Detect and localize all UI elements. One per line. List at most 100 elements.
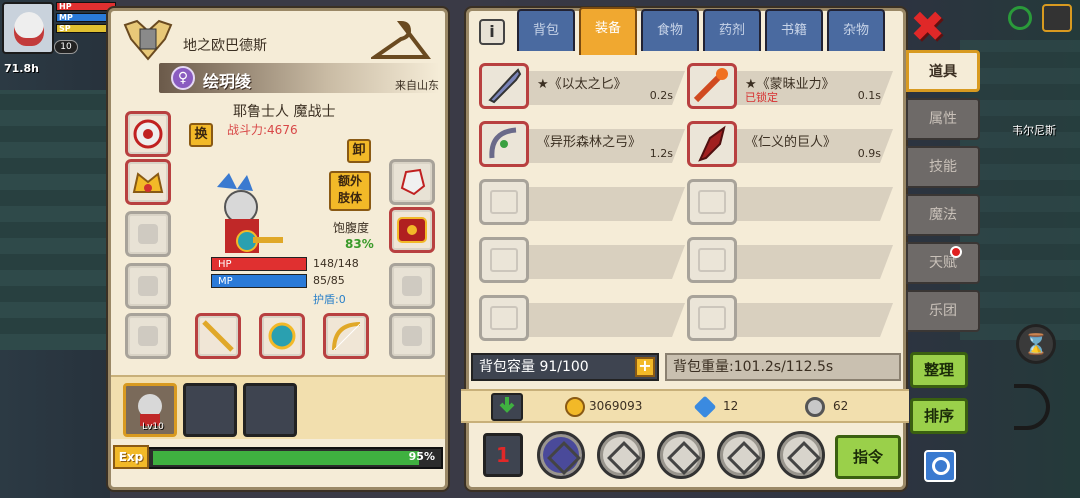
extra-limb-button[interactable]: 额外 肢体: [329, 171, 371, 211]
gold-coin-icon: [565, 397, 585, 417]
tab-5[interactable]: 杂物: [827, 9, 885, 51]
item-bar: [523, 303, 685, 337]
gem-amount: 12: [723, 399, 739, 413]
equip-slot-weapon-bow[interactable]: [323, 313, 369, 359]
bag-capacity: 背包容量 91/100 +: [471, 353, 659, 381]
floor-tiles-left: [0, 90, 110, 350]
inventory-slot-empty[interactable]: [479, 295, 685, 341]
tab-1[interactable]: 装备: [579, 7, 637, 55]
satiety-label: 饱腹度: [333, 221, 370, 235]
shield-value: 护盾:0: [313, 293, 346, 306]
star-filter-icon[interactable]: [657, 431, 705, 479]
sort-numeric-icon[interactable]: 1: [483, 433, 523, 477]
party-member-level: Lv10: [142, 422, 164, 432]
expand-capacity-button[interactable]: +: [635, 357, 655, 377]
minimap-toggle-icon[interactable]: [1042, 4, 1072, 32]
side-tab-5[interactable]: 乐团: [906, 290, 980, 332]
equip-slot-boots[interactable]: [389, 313, 435, 359]
player-hud[interactable]: HP MP SP 10: [0, 0, 118, 60]
gold-amount: 3069093: [589, 399, 643, 413]
equip-slot-accessory[interactable]: [125, 159, 171, 205]
hud-level-badge: 10: [54, 40, 78, 54]
side-tab-0[interactable]: 道具: [906, 50, 980, 92]
tab-0[interactable]: 背包: [517, 9, 575, 51]
party-bar: Lv10: [111, 375, 445, 439]
exp-bar: 95%: [113, 447, 443, 469]
magic-filter-icon[interactable]: [537, 431, 585, 479]
tab-2[interactable]: 食物: [641, 9, 699, 51]
item-weight: 0.2s: [649, 89, 673, 102]
tab-4[interactable]: 书籍: [765, 9, 823, 51]
bag-weight: 背包重量:101.2s/112.5s: [665, 353, 901, 381]
hud-sp-label: SP: [59, 24, 71, 33]
inventory-item[interactable]: ★《蒙昧业力》 已锁定 0.1s: [687, 63, 893, 109]
wardrobe-hanger-icon[interactable]: [371, 19, 431, 63]
equip-slot-legs[interactable]: [389, 263, 435, 309]
item-name: 《异形森林之弓》: [537, 135, 642, 150]
hp-bar: HP: [211, 257, 307, 271]
item-icon: [479, 121, 529, 167]
character-name: 绘玥绫: [203, 72, 252, 91]
equip-slot-gloves[interactable]: [389, 159, 435, 205]
player-avatar[interactable]: [2, 2, 54, 54]
satiety-value: 83%: [345, 237, 374, 251]
hourglass-filter-icon[interactable]: [777, 431, 825, 479]
exp-bar-fill: [153, 451, 419, 465]
empty-slot-box: [479, 237, 529, 283]
inventory-slot-empty[interactable]: [687, 179, 893, 225]
party-slot-empty-2[interactable]: [243, 383, 297, 437]
store-download-icon[interactable]: [491, 393, 523, 421]
search-filter-icon[interactable]: [597, 431, 645, 479]
inventory-slot-empty[interactable]: [687, 295, 893, 341]
equip-slot-armor[interactable]: [125, 263, 171, 309]
exp-value: 95%: [408, 450, 435, 463]
item-weight: 0.1s: [857, 89, 881, 102]
item-bar: [731, 245, 893, 279]
item-weight: 0.9s: [857, 147, 881, 160]
compass-filter-icon[interactable]: [717, 431, 765, 479]
equip-slot-feet[interactable]: [125, 313, 171, 359]
search-icon[interactable]: [924, 450, 956, 482]
unequip-button[interactable]: 卸: [347, 139, 371, 163]
equip-slot-weapon-staff[interactable]: [195, 313, 241, 359]
character-sprite: [207, 171, 283, 263]
inventory-item[interactable]: ★《以太之匕》 0.2s: [479, 63, 685, 109]
sort-button[interactable]: 排序: [910, 398, 968, 434]
organize-button[interactable]: 整理: [910, 352, 968, 388]
silver-token-icon: [805, 397, 825, 417]
inventory-item[interactable]: 《异形森林之弓》 1.2s: [479, 121, 685, 167]
party-member-1[interactable]: Lv10: [123, 383, 177, 437]
info-icon[interactable]: i: [479, 19, 505, 45]
mp-value: 85/85: [313, 274, 345, 287]
tab-3[interactable]: 药剂: [703, 9, 761, 51]
side-tab-4[interactable]: 天赋: [906, 242, 980, 284]
inventory-slot-empty[interactable]: [687, 237, 893, 283]
side-tab-2[interactable]: 技能: [906, 146, 980, 188]
region-name: 地之欧巴德斯: [183, 38, 267, 54]
inventory-slot-empty[interactable]: [479, 237, 685, 283]
hud-timer: 71.8h: [4, 62, 39, 75]
currency-bar: 3069093 12 62: [461, 389, 909, 423]
inventory-item[interactable]: 《仁义的巨人》 0.9s: [687, 121, 893, 167]
character-panel: 地之欧巴德斯 ♀ 绘玥绫 来自山东 耶鲁士人 魔战士 战斗力:4676 换 卸 …: [108, 8, 448, 490]
combat-power: 战斗力:4676: [227, 123, 298, 137]
equip-slot-chest[interactable]: [389, 207, 435, 253]
token-amount: 62: [833, 399, 849, 413]
globe-icon[interactable]: [1008, 6, 1032, 30]
inventory-panel: i 背包 装备 食物 药剂 书籍 杂物 ★《以太之匕》 0.2s ★《蒙昧业力》 已锁定 0.1s…: [461, 7, 909, 490]
equip-slot-weapon-orb[interactable]: [259, 313, 305, 359]
close-icon[interactable]: ✖: [910, 6, 945, 48]
command-button[interactable]: 指令: [835, 435, 901, 479]
item-icon: [687, 121, 737, 167]
party-slot-empty-1[interactable]: [183, 383, 237, 437]
item-name: ★《以太之匕》: [537, 77, 627, 92]
equip-slot-empty-1[interactable]: [125, 211, 171, 257]
swap-button[interactable]: 换: [189, 123, 213, 147]
hourglass-icon[interactable]: ⌛: [1016, 324, 1056, 364]
inventory-slot-empty[interactable]: [479, 179, 685, 225]
item-bar: [731, 187, 893, 221]
side-tab-1[interactable]: 属性: [906, 98, 980, 140]
side-tab-3[interactable]: 魔法: [906, 194, 980, 236]
item-bar: [523, 245, 685, 279]
equip-slot-head[interactable]: [125, 111, 171, 157]
